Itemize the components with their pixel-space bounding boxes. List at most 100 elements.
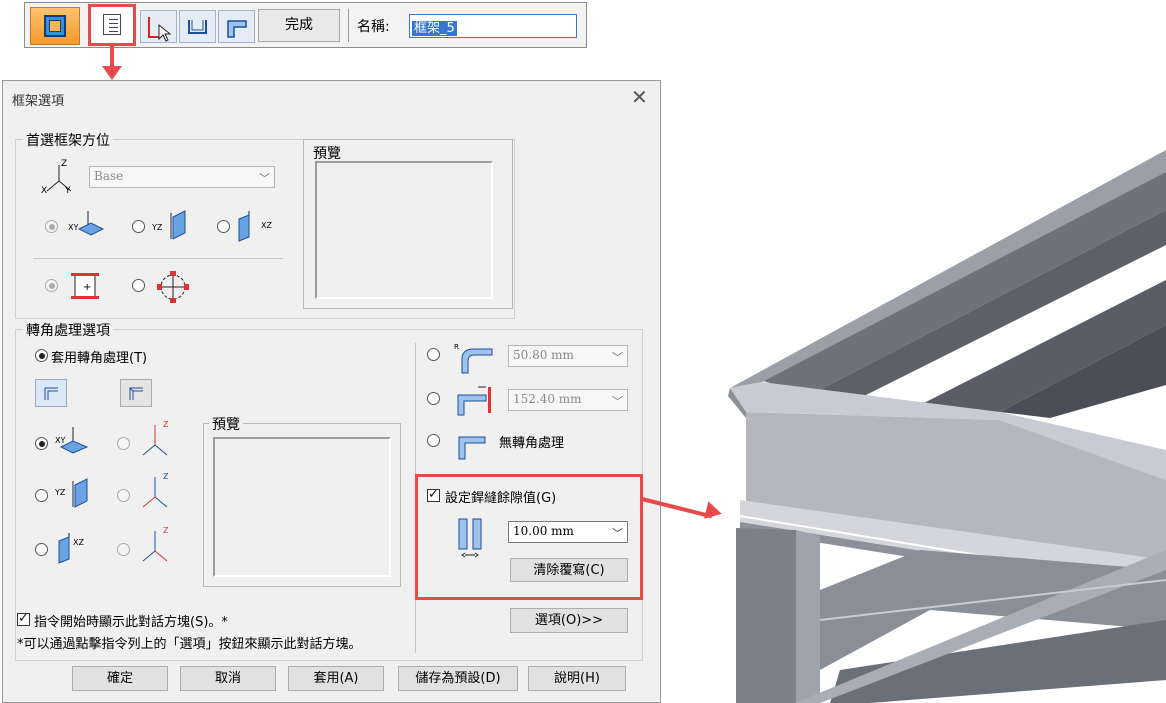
corner-plane-xy-icon: XY: [55, 427, 89, 454]
chevron-down-icon: ﹀: [612, 395, 623, 408]
axis-y-label: Y: [65, 186, 71, 196]
plane-xy-radio[interactable]: [45, 220, 58, 233]
corner-setback-value: 152.40 mm: [513, 392, 582, 406]
corner-butt-button[interactable]: [120, 379, 152, 407]
frame-command-button[interactable]: [30, 7, 80, 45]
corner-setback-combo[interactable]: 152.40 mm ﹀: [508, 389, 628, 411]
anchor-center-icon: +: [71, 273, 99, 299]
corner-axis-3-icon: Z: [142, 526, 169, 562]
corner-preview-label: 預覽: [209, 414, 243, 434]
chevron-down-icon: ﹀: [612, 351, 623, 364]
weld-gap-checkbox[interactable]: [427, 487, 440, 502]
frame-model-view: [728, 150, 1166, 703]
corner-profile-button[interactable]: [218, 10, 255, 43]
save-default-button[interactable]: 儲存為預設(D): [398, 666, 518, 691]
frame-options-icon: [103, 14, 121, 35]
svg-text:Z: Z: [163, 472, 169, 481]
apply-corner-label: 套用轉角處理(T): [51, 351, 148, 366]
select-path-button[interactable]: [140, 10, 177, 43]
u-channel-button[interactable]: [179, 10, 216, 43]
axis-z-label: Z: [61, 159, 68, 169]
help-button[interactable]: 說明(H): [528, 666, 626, 691]
footnote: *可以通過點擊指令列上的「選項」按鈕來顯示此對話方塊。: [17, 637, 362, 652]
corner-setback-icon: [457, 386, 491, 416]
corner-axis-1-icon: Z: [142, 420, 169, 456]
callout-arrow-head: [102, 66, 122, 80]
orientation-divider: [33, 258, 283, 259]
base-combo[interactable]: Base ﹀: [89, 166, 275, 188]
close-icon[interactable]: ✕: [631, 85, 648, 109]
frame-orientation-label: 首選框架方位: [23, 130, 113, 150]
u-channel-icon: [188, 20, 207, 34]
corner-plane-xz-radio[interactable]: [35, 543, 48, 556]
anchor-bolt-icon: [157, 271, 189, 303]
axis-x-label: X: [41, 186, 48, 196]
corner-miter-icon: [44, 387, 58, 400]
corner-plane-yz-radio[interactable]: [35, 489, 48, 502]
corner-radius-icon: R: [454, 343, 493, 374]
cancel-button[interactable]: 取消: [180, 666, 276, 691]
plane-xz-icon: [238, 211, 250, 242]
corner-profile-icon: [227, 20, 247, 38]
svg-text:R: R: [454, 343, 459, 351]
show-dialog-checkbox[interactable]: [17, 611, 30, 626]
no-corner-label: 無轉角處理: [499, 436, 565, 451]
corner-axis-1-radio[interactable]: [117, 437, 130, 450]
plane-xz-label: XZ: [261, 221, 272, 230]
svg-text:Z: Z: [163, 420, 169, 429]
svg-text:XY: XY: [55, 436, 65, 445]
corner-plane-xz-icon: XZ: [58, 533, 84, 564]
chevron-down-icon: ﹀: [259, 172, 270, 185]
corner-plane-xy-radio[interactable]: [35, 437, 48, 450]
dialog-title: 框架選項: [12, 94, 65, 109]
apply-button[interactable]: 套用(A): [288, 666, 384, 691]
frame-options-dialog: 框架選項 ✕ 首選框架方位 Z X Y Base ﹀ XY YZ XZ + 預覽…: [2, 80, 661, 703]
orientation-preview-label: 預覽: [310, 143, 344, 163]
options-button[interactable]: 選項(O)>>: [510, 608, 628, 633]
corner-treatment-label: 轉角處理選項: [23, 320, 113, 340]
corner-butt-icon: [129, 387, 143, 400]
select-path-icon: [148, 17, 172, 42]
plane-xy-icon: [77, 211, 105, 236]
plane-yz-label: YZ: [152, 223, 163, 232]
corner-axis-3-radio[interactable]: [117, 543, 130, 556]
no-corner-radio[interactable]: [427, 434, 440, 447]
base-combo-value: Base: [94, 169, 124, 183]
corner-plane-yz-icon: YZ: [55, 478, 88, 508]
corner-axis-2-radio[interactable]: [117, 489, 130, 502]
finish-button[interactable]: 完成: [258, 9, 340, 42]
svg-text:+: +: [83, 282, 91, 293]
corner-radius-combo[interactable]: 50.80 mm ﹀: [508, 345, 628, 367]
weld-gap-label: 設定銲縫餘隙值(G): [445, 491, 557, 506]
anchor-bolt-radio[interactable]: [132, 279, 145, 292]
corner-setback-radio[interactable]: [427, 392, 440, 405]
name-label: 名稱:: [357, 19, 390, 35]
svg-text:Z: Z: [163, 526, 169, 535]
frame-options-button[interactable]: [88, 4, 136, 46]
weld-gap-value: 10.00 mm: [513, 524, 574, 538]
toolbar-divider: [348, 9, 349, 42]
plane-xz-radio[interactable]: [217, 220, 230, 233]
svg-text:XZ: XZ: [73, 538, 84, 547]
name-input[interactable]: 框架_5: [409, 14, 577, 38]
plane-yz-icon: [170, 210, 186, 240]
chevron-down-icon: ﹀: [612, 527, 623, 540]
plane-yz-radio[interactable]: [132, 220, 145, 233]
show-dialog-label: 指令開始時顯示此對話方塊(S)。*: [34, 615, 228, 630]
orientation-preview: [315, 161, 493, 299]
weld-gap-icon: [458, 518, 482, 558]
ok-button[interactable]: 確定: [72, 666, 168, 691]
anchor-center-radio[interactable]: [45, 279, 58, 292]
no-corner-icon: [458, 436, 486, 460]
corner-preview: [213, 437, 391, 577]
clear-override-button[interactable]: 清除覆寫(C): [510, 558, 628, 582]
callout-arrow-line: [110, 46, 114, 68]
svg-text:YZ: YZ: [55, 488, 66, 497]
name-value: 框架_5: [412, 21, 457, 36]
corner-miter-button[interactable]: [35, 379, 67, 407]
corner-radius-radio[interactable]: [427, 348, 440, 361]
corner-radius-value: 50.80 mm: [513, 348, 574, 362]
corner-axis-2-icon: Z: [142, 472, 169, 508]
weld-gap-combo[interactable]: 10.00 mm ﹀: [508, 521, 628, 543]
apply-corner-radio[interactable]: [35, 349, 48, 362]
